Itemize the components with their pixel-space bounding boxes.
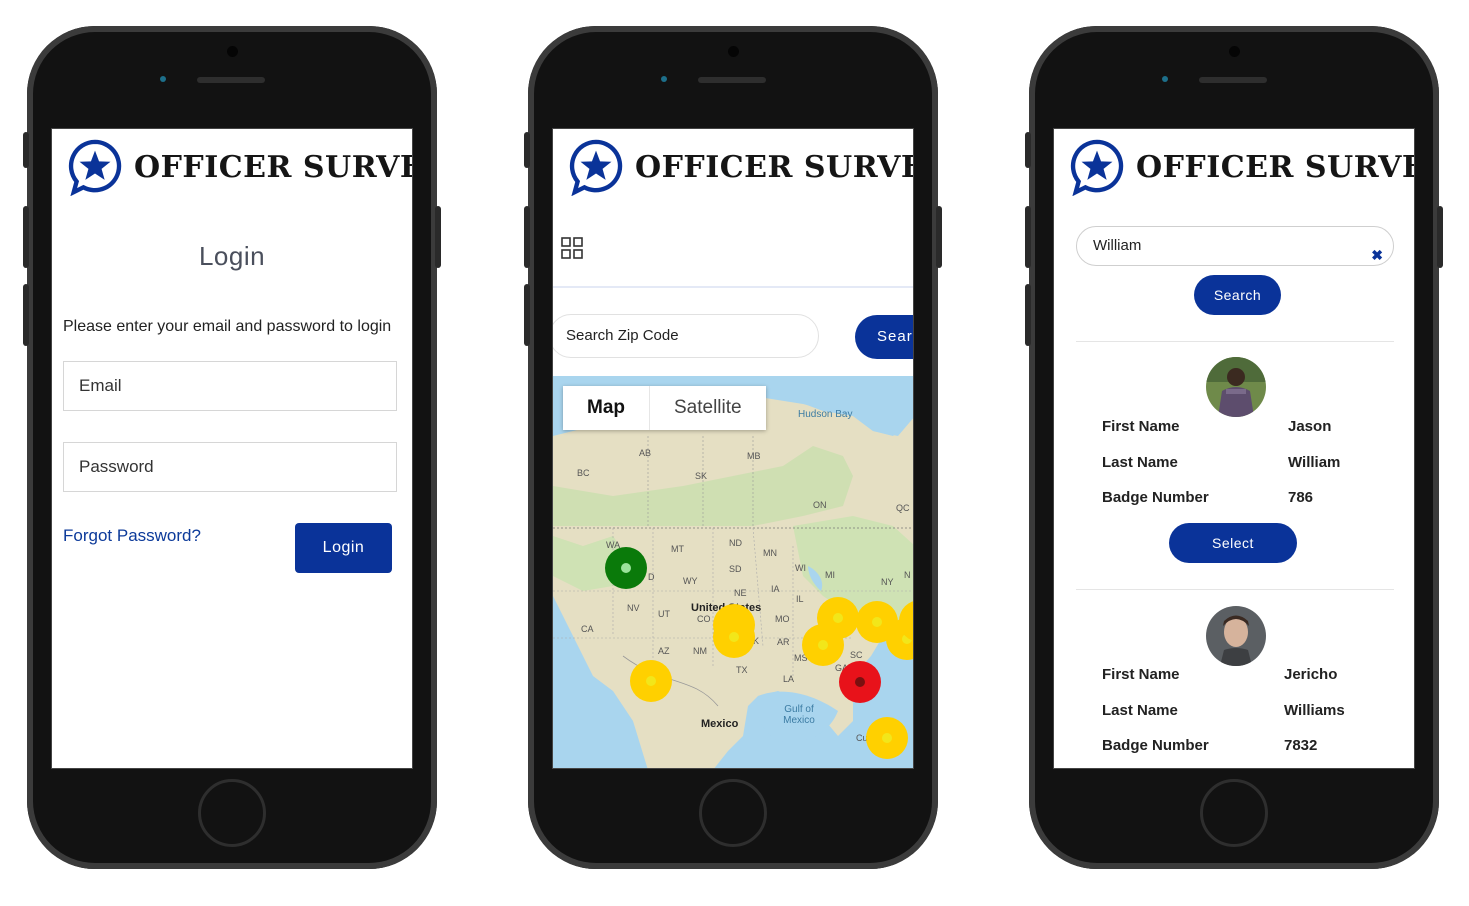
map-label: MT [671,544,684,554]
map-marker-yellow[interactable] [802,624,844,666]
map-marker-yellow[interactable] [630,660,672,702]
map-label: MN [763,548,777,558]
zip-search-button[interactable]: Search [855,315,913,359]
email-field[interactable]: Email [63,361,397,411]
map-label: ND [729,538,742,548]
home-button[interactable] [699,779,767,847]
first-name-label: First Name [1102,666,1180,683]
app-title: OFFICER SURVEY [635,149,913,185]
map-type-toggle[interactable]: Map Satellite [563,386,766,430]
app-logo: OFFICER SURVEY [567,137,913,197]
map-label: NE [734,588,747,598]
map-type-satellite[interactable]: Satellite [650,386,766,430]
officer-search-screen: OFFICER SURVEY William ✖ Search First Na… [1053,128,1415,769]
map-label: WY [683,576,698,586]
badge-logo-icon [66,138,124,196]
map-label: Mexico [701,718,739,730]
divider [1076,341,1394,342]
map-marker-green[interactable] [605,547,647,589]
phone-login: OFFICER SURVEY Login Please enter your e… [23,26,441,869]
search-query: William [1093,237,1142,254]
map-label: N [904,570,911,580]
app-logo: OFFICER SURVEY [66,137,412,197]
map-label: SK [695,471,708,481]
last-name-label: Last Name [1102,702,1178,719]
last-name-label: Last Name [1102,454,1178,471]
home-button[interactable] [198,779,266,847]
badge-number-label: Badge Number [1102,737,1209,754]
map-label: MO [775,614,790,624]
app-logo: OFFICER SURVEY [1068,137,1414,197]
badge-logo-icon [567,138,625,196]
last-name-value: William [1288,454,1341,471]
map-label: TX [736,665,748,675]
avatar [1206,357,1266,417]
map-label: Gulf of Mexico [783,704,815,726]
map-label: IA [771,584,780,594]
map-label: NV [627,603,640,613]
map-label: ON [813,500,827,510]
home-button[interactable] [1200,779,1268,847]
map-label: IL [796,594,804,604]
badge-number-value: 786 [1288,489,1314,506]
map-marker-yellow[interactable] [713,616,755,658]
officer-search-input[interactable]: William ✖ [1076,226,1394,266]
phone-map: OFFICER SURVEY Search Zip Code Search [524,26,942,869]
password-field[interactable]: Password [63,442,397,492]
login-screen: OFFICER SURVEY Login Please enter your e… [51,128,413,769]
map-type-map[interactable]: Map [563,386,650,430]
map-label: AZ [658,646,670,656]
first-name-value: Jericho [1284,666,1338,683]
grid-icon[interactable] [561,237,583,259]
first-name-label: First Name [1102,418,1180,435]
map-label: NY [881,577,894,587]
map-label: QC [896,503,910,513]
login-button[interactable]: Login [295,523,392,573]
map-label: CA [581,624,594,634]
last-name-value: Williams [1284,702,1345,719]
map-marker-yellow[interactable] [866,717,908,759]
divider [553,286,913,288]
avatar [1206,606,1266,666]
map-label: UT [658,609,670,619]
app-title: OFFICER SURVEY [134,149,412,185]
map-label: WI [795,563,806,573]
select-officer-button[interactable]: Select [1169,523,1297,563]
app-title: OFFICER SURVEY [1136,149,1414,185]
phone-officer-search: OFFICER SURVEY William ✖ Search First Na… [1025,26,1443,869]
map-label: SD [729,564,742,574]
login-heading: Login [198,241,266,271]
zip-search-input[interactable]: Search Zip Code [553,314,819,358]
badge-logo-icon [1068,138,1126,196]
login-prompt: Please enter your email and password to … [63,318,392,335]
map-label: MI [825,570,835,580]
divider [1076,589,1394,590]
map-label: Hudson Bay [798,409,853,420]
map-label: AR [777,637,790,647]
map-label: SC [850,650,863,660]
map-label: D [648,572,655,582]
badge-number-label: Badge Number [1102,489,1209,506]
map-label: AB [639,448,652,458]
clear-icon[interactable]: ✖ [1371,236,1383,274]
first-name-value: Jason [1288,418,1332,435]
map-view[interactable]: Map Satellite Hudson Bay AB BC SK MB ON … [553,376,913,768]
officer-search-button[interactable]: Search [1194,275,1281,315]
map-screen: OFFICER SURVEY Search Zip Code Search [552,128,914,769]
map-label: MB [747,451,761,461]
map-label: LA [783,674,795,684]
map-label: CO [697,614,711,624]
badge-number-value: 7832 [1284,737,1318,754]
map-label: BC [577,468,590,478]
map-marker-red[interactable] [839,661,881,703]
map-label: NM [693,646,707,656]
forgot-password-link[interactable]: Forgot Password? [63,526,201,546]
